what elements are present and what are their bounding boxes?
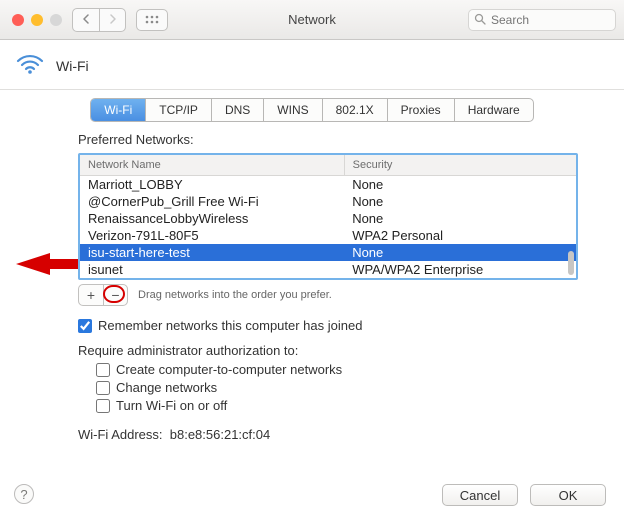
- show-all-button[interactable]: [136, 9, 168, 31]
- auth-create-c2c-label: Create computer-to-computer networks: [116, 362, 342, 377]
- remember-networks-label: Remember networks this computer has join…: [98, 318, 362, 333]
- remember-networks-checkbox[interactable]: Remember networks this computer has join…: [78, 318, 578, 333]
- add-network-button[interactable]: +: [79, 285, 103, 305]
- table-row[interactable]: isu-start-here-testNone: [80, 244, 576, 261]
- table-row[interactable]: RenaissanceLobbyWirelessNone: [80, 210, 576, 227]
- auth-create-c2c-checkbox[interactable]: Create computer-to-computer networks: [96, 362, 578, 377]
- tab-tcp-ip[interactable]: TCP/IP: [145, 99, 211, 121]
- tabs: Wi-FiTCP/IPDNSWINS802.1XProxiesHardware: [0, 98, 624, 122]
- window-controls: [12, 14, 62, 26]
- cell-network-name: Marriott_LOBBY: [80, 176, 344, 193]
- interface-name: Wi-Fi: [56, 58, 89, 74]
- add-remove-segment: + −: [78, 284, 128, 306]
- col-network-name[interactable]: Network Name: [80, 155, 345, 175]
- tab-802-1x[interactable]: 802.1X: [322, 99, 387, 121]
- table-row[interactable]: isunetWPA/WPA2 Enterprise: [80, 261, 576, 278]
- auth-change-networks-label: Change networks: [116, 380, 217, 395]
- search-field-wrap: [468, 9, 616, 31]
- titlebar: Network: [0, 0, 624, 40]
- cell-network-name: Verizon-791L-80F5: [80, 227, 344, 244]
- table-body[interactable]: Marriott_LOBBYNone@CornerPub_Grill Free …: [80, 176, 576, 278]
- window-title: Network: [288, 12, 336, 27]
- tab-wi-fi[interactable]: Wi-Fi: [91, 99, 145, 121]
- table-controls: + − Drag networks into the order you pre…: [78, 284, 578, 306]
- wifi-address-label: Wi-Fi Address:: [78, 427, 163, 442]
- preferred-networks-table: Network Name Security Marriott_LOBBYNone…: [78, 153, 578, 280]
- search-icon: [474, 13, 486, 28]
- close-icon[interactable]: [12, 14, 24, 26]
- cell-security: None: [344, 193, 576, 210]
- help-button[interactable]: ?: [14, 484, 34, 504]
- wifi-address-row: Wi-Fi Address: b8:e8:56:21:cf:04: [78, 427, 578, 442]
- cell-network-name: isunet: [80, 261, 344, 278]
- cell-network-name: @CornerPub_Grill Free Wi-Fi: [80, 193, 344, 210]
- table-header: Network Name Security: [80, 155, 576, 176]
- cell-security: WPA2 Personal: [344, 227, 576, 244]
- preferred-networks-label: Preferred Networks:: [78, 132, 578, 147]
- remove-network-button[interactable]: −: [103, 285, 127, 305]
- cancel-button[interactable]: Cancel: [442, 484, 518, 506]
- table-row[interactable]: @CornerPub_Grill Free Wi-FiNone: [80, 193, 576, 210]
- cell-security: WPA/WPA2 Enterprise: [344, 261, 576, 278]
- cell-security: None: [344, 210, 576, 227]
- cell-security: None: [344, 176, 576, 193]
- cell-network-name: RenaissanceLobbyWireless: [80, 210, 344, 227]
- col-security[interactable]: Security: [345, 155, 576, 175]
- forward-button[interactable]: [99, 9, 125, 31]
- wifi-icon: [16, 52, 44, 79]
- back-button[interactable]: [73, 9, 99, 31]
- require-auth-label: Require administrator authorization to:: [78, 343, 578, 358]
- maximize-icon: [50, 14, 62, 26]
- minimize-icon[interactable]: [31, 14, 43, 26]
- search-input[interactable]: [468, 9, 616, 31]
- table-row[interactable]: Marriott_LOBBYNone: [80, 176, 576, 193]
- auth-toggle-wifi-label: Turn Wi-Fi on or off: [116, 398, 227, 413]
- table-row[interactable]: Verizon-791L-80F5WPA2 Personal: [80, 227, 576, 244]
- nav-segment: [72, 8, 126, 32]
- reorder-hint: Drag networks into the order you prefer.: [138, 289, 332, 301]
- cell-network-name: isu-start-here-test: [80, 244, 344, 261]
- auth-toggle-wifi-checkbox[interactable]: Turn Wi-Fi on or off: [96, 398, 578, 413]
- tab-proxies[interactable]: Proxies: [387, 99, 454, 121]
- cell-security: None: [344, 244, 576, 261]
- wifi-address-value: b8:e8:56:21:cf:04: [170, 427, 270, 442]
- footer: Cancel OK: [442, 484, 606, 506]
- annotation-arrow: [16, 250, 78, 283]
- content: Preferred Networks: Network Name Securit…: [0, 132, 624, 442]
- tab-wins[interactable]: WINS: [263, 99, 321, 121]
- tab-dns[interactable]: DNS: [211, 99, 263, 121]
- ok-button[interactable]: OK: [530, 484, 606, 506]
- tab-hardware[interactable]: Hardware: [454, 99, 533, 121]
- scrollbar[interactable]: [567, 177, 575, 277]
- auth-change-networks-checkbox[interactable]: Change networks: [96, 380, 578, 395]
- pane-header: Wi-Fi: [0, 42, 624, 90]
